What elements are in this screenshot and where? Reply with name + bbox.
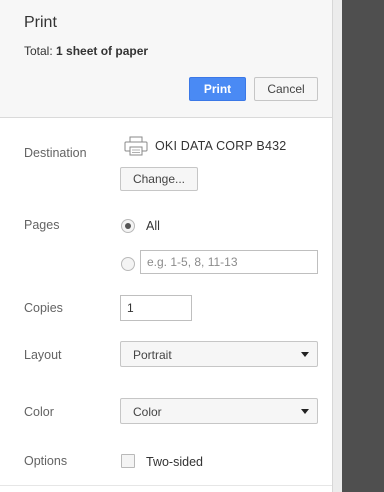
two-sided-label: Two-sided (146, 455, 203, 469)
color-label: Color (24, 405, 54, 419)
summary-prefix: Total: (24, 44, 57, 58)
change-destination-button[interactable]: Change... (120, 167, 198, 191)
options-label: Options (24, 454, 68, 468)
pages-range-radio[interactable] (121, 257, 135, 271)
dialog-title: Print (24, 14, 57, 31)
summary-value: 1 sheet of paper (56, 44, 149, 58)
pages-range-input[interactable] (140, 250, 318, 274)
pages-all-label: All (146, 219, 160, 233)
print-header: Print Total: 1 sheet of paper Print Canc… (0, 0, 332, 118)
layout-selected-value: Portrait (133, 348, 172, 362)
chevron-down-icon (301, 352, 309, 357)
print-settings-panel: Print Total: 1 sheet of paper Print Canc… (0, 0, 333, 492)
print-dialog: Print Total: 1 sheet of paper Print Canc… (0, 0, 384, 492)
print-button[interactable]: Print (189, 77, 246, 101)
color-select[interactable]: Color (120, 398, 318, 424)
destination-printer-name: OKI DATA CORP B432 (155, 139, 287, 153)
layout-label: Layout (24, 348, 62, 362)
print-preview-area (342, 0, 384, 492)
pages-label: Pages (24, 218, 60, 232)
divider (0, 485, 332, 486)
color-selected-value: Color (133, 405, 162, 419)
copies-label: Copies (24, 301, 63, 315)
pages-all-radio[interactable] (121, 219, 135, 233)
printer-icon (124, 136, 148, 156)
chevron-down-icon (301, 409, 309, 414)
panel-separator (333, 0, 342, 492)
cancel-button[interactable]: Cancel (254, 77, 318, 101)
copies-input[interactable] (120, 295, 192, 321)
sheet-summary: Total: 1 sheet of paper (24, 44, 148, 58)
destination-label: Destination (24, 146, 87, 160)
two-sided-checkbox[interactable] (121, 454, 135, 468)
layout-select[interactable]: Portrait (120, 341, 318, 367)
